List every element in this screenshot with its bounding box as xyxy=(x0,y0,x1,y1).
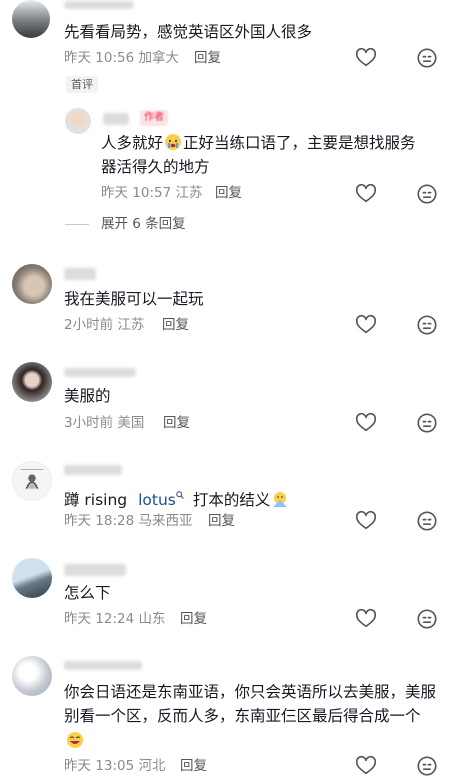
comment-meta: 昨天 18:28 马来西亚 xyxy=(64,512,193,530)
laughing-emoji-icon xyxy=(66,731,84,749)
username[interactable] xyxy=(64,368,136,377)
username[interactable] xyxy=(64,268,96,280)
location: 加拿大 xyxy=(138,50,180,66)
location: 江苏 xyxy=(117,317,145,333)
reply-meta: 昨天 10:57 江苏 xyxy=(101,184,203,202)
avatar[interactable] xyxy=(12,264,52,304)
location: 美国 xyxy=(117,415,145,431)
heart-outline-icon[interactable] xyxy=(355,755,377,777)
first-comment-tag: 首评 xyxy=(66,76,98,93)
comment-meta: 昨天 12:24 山东 xyxy=(64,610,166,628)
reply-button[interactable]: 回复 xyxy=(194,49,221,67)
reply-button[interactable]: 回复 xyxy=(215,184,242,202)
avatar[interactable] xyxy=(65,108,91,134)
comment-meta: 2小时前 江苏 xyxy=(64,316,144,334)
location: 河北 xyxy=(138,758,166,774)
location: 江苏 xyxy=(175,185,203,201)
comment-text-line1: 你会日语还是东南亚语，你只会英语所以去美服，美服 xyxy=(64,683,437,701)
reply-button[interactable]: 回复 xyxy=(163,414,190,432)
avatar[interactable] xyxy=(12,558,52,598)
heart-outline-icon[interactable] xyxy=(355,47,377,69)
neutral-face-icon[interactable] xyxy=(416,755,438,777)
comment-text: 先看看局势，感觉英语区外国人很多 xyxy=(64,23,313,41)
avatar[interactable] xyxy=(12,461,52,501)
reply-button[interactable]: 回复 xyxy=(162,316,189,334)
search-superscript-icon[interactable] xyxy=(176,482,184,499)
pray-emoji-icon xyxy=(271,490,289,508)
username[interactable] xyxy=(64,1,134,9)
neutral-face-icon[interactable] xyxy=(416,608,438,630)
reply-text-line2: 器活得久的地方 xyxy=(101,158,210,176)
timestamp: 昨天 10:56 xyxy=(64,50,135,66)
neutral-face-icon[interactable] xyxy=(416,412,438,434)
timestamp: 昨天 13:05 xyxy=(64,758,135,774)
timestamp: 3小时前 xyxy=(64,415,114,431)
username[interactable] xyxy=(64,661,142,670)
username[interactable] xyxy=(103,113,129,125)
neutral-face-icon[interactable] xyxy=(416,183,438,205)
timestamp: 昨天 10:57 xyxy=(101,185,172,201)
heart-outline-icon[interactable] xyxy=(355,510,377,532)
neutral-face-icon[interactable] xyxy=(416,510,438,532)
search-link[interactable]: lotus xyxy=(138,491,176,509)
avatar[interactable] xyxy=(12,362,52,402)
heart-outline-icon[interactable] xyxy=(355,412,377,434)
comment-text: 美服的 xyxy=(64,387,111,405)
username[interactable] xyxy=(64,465,122,475)
username[interactable] xyxy=(64,564,126,576)
heart-outline-icon[interactable] xyxy=(355,183,377,205)
timestamp: 昨天 12:24 xyxy=(64,611,135,627)
author-badge: 作者 xyxy=(140,110,168,126)
comment-text-line2: 别看一个区，反而人多，东南亚仨区最后得合成一个 xyxy=(64,707,421,725)
heart-outline-icon[interactable] xyxy=(355,608,377,630)
comment-text: 我在美服可以一起玩 xyxy=(64,290,204,308)
ink-drawing-icon xyxy=(20,469,44,489)
reply-text: 人多就好 正好当练口语了，主要是想找服务 xyxy=(101,133,416,152)
reply-button[interactable]: 回复 xyxy=(208,512,235,530)
comment-text: 蹲 rising lotus 打本的结义 xyxy=(64,482,290,512)
timestamp: 2小时前 xyxy=(64,317,114,333)
timestamp: 昨天 18:28 xyxy=(64,513,135,529)
expand-divider xyxy=(65,224,89,225)
neutral-face-icon[interactable] xyxy=(416,314,438,336)
reply-button[interactable]: 回复 xyxy=(180,610,207,628)
comment-text: 怎么下 xyxy=(64,584,111,602)
heart-outline-icon[interactable] xyxy=(355,314,377,336)
location: 马来西亚 xyxy=(138,513,193,529)
comment-meta: 昨天 10:56 加拿大 xyxy=(64,49,179,67)
location: 山东 xyxy=(138,611,166,627)
comment-meta: 昨天 13:05 河北 xyxy=(64,757,166,775)
avatar[interactable] xyxy=(12,0,50,38)
avatar[interactable] xyxy=(12,656,52,696)
comment-meta: 3小时前 美国 xyxy=(64,414,144,432)
reply-button[interactable]: 回复 xyxy=(180,757,207,775)
expand-replies-label[interactable]: 展开 6 条回复 xyxy=(101,215,186,233)
neutral-face-icon[interactable] xyxy=(416,47,438,69)
crying-emoji-icon xyxy=(164,133,182,151)
